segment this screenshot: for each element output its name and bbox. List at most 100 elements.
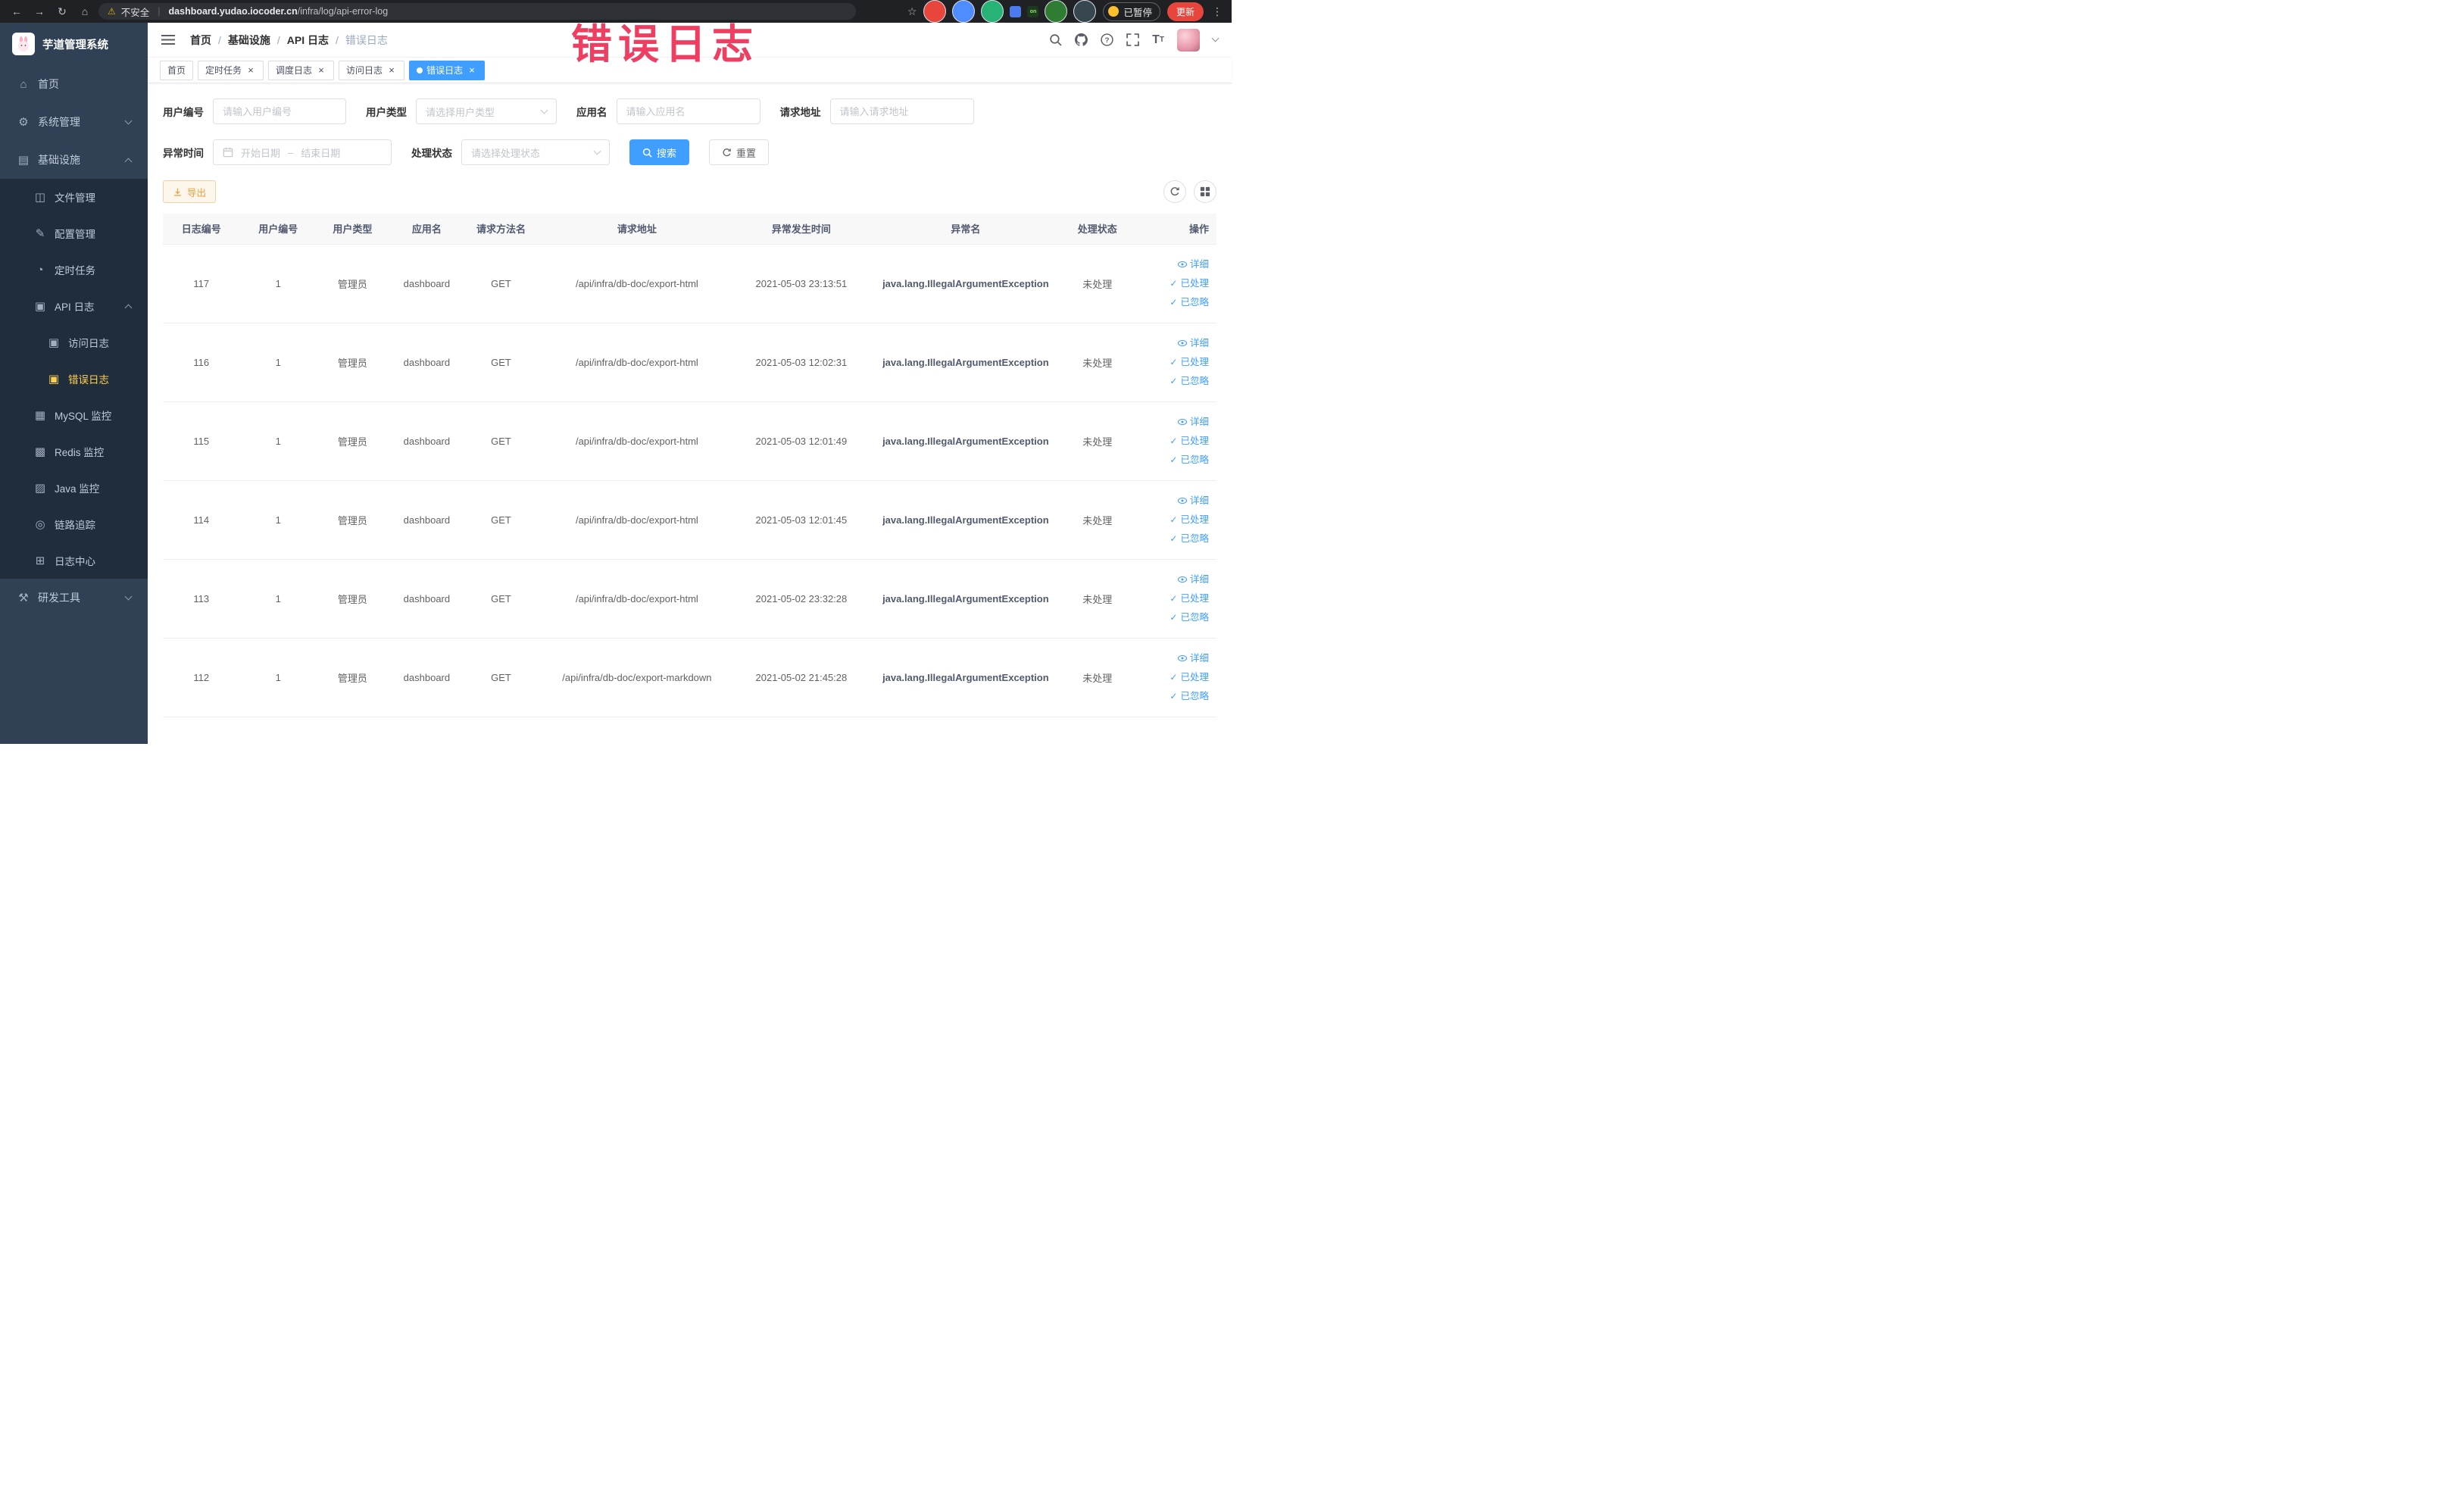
sidebar-item-trace[interactable]: ◎ 链路追踪 <box>0 506 148 542</box>
cell-app_name: dashboard <box>388 638 466 717</box>
action-processed[interactable]: 已处理 <box>1133 432 1209 451</box>
action-ignored[interactable]: 已忽略 <box>1133 530 1209 548</box>
github-icon[interactable] <box>1075 33 1088 46</box>
sidebar-item-label: 日志中心 <box>55 556 95 567</box>
header-right: ? TT <box>1049 28 1220 52</box>
search-icon[interactable] <box>1049 33 1062 46</box>
action-processed[interactable]: 已处理 <box>1133 353 1209 372</box>
action-processed[interactable]: 已处理 <box>1133 511 1209 530</box>
chevron-down-icon[interactable] <box>1211 34 1220 42</box>
reload-icon[interactable]: ↻ <box>53 5 71 18</box>
chevron-down-icon <box>124 117 133 124</box>
app-name-input[interactable] <box>616 98 760 124</box>
tab-error-log[interactable]: 错误日志 × <box>409 60 486 80</box>
action-detail[interactable]: 详细 <box>1133 334 1209 353</box>
action-detail[interactable]: 详细 <box>1133 492 1209 511</box>
fullscreen-icon[interactable] <box>1126 33 1140 46</box>
table-row: 113 1 管理员 dashboard GET/api/infra/db-doc/exp… <box>163 559 1216 639</box>
action-detail[interactable]: 详细 <box>1133 570 1209 589</box>
sidebar-item-job[interactable]: ◔ 定时任务 <box>0 251 148 288</box>
exception-time-range[interactable]: 开始日期 – 结束日期 <box>213 139 392 165</box>
action-ignored[interactable]: 已忽略 <box>1133 293 1209 312</box>
user-type-select[interactable]: 请选择用户类型 <box>416 98 557 124</box>
request-url-input[interactable] <box>829 98 974 124</box>
sidebar-item-api-log[interactable]: ▣ API 日志 <box>0 288 148 324</box>
action-ignored[interactable]: 已忽略 <box>1133 451 1209 470</box>
sidebar-item-label: 配置管理 <box>55 229 95 240</box>
sidebar-item-home[interactable]: ⌂ 首页 <box>0 65 148 103</box>
tab-job[interactable]: 定时任务 × <box>198 60 264 80</box>
action-ignored[interactable]: 已忽略 <box>1133 372 1209 391</box>
reset-button[interactable]: 重置 <box>709 139 770 165</box>
url-domain: dashboard.yudao.iocoder.cn <box>168 6 298 17</box>
sidebar-item-error-log[interactable]: ▣ 错误日志 <box>0 361 148 397</box>
action-ignored[interactable]: 已忽略 <box>1133 687 1209 706</box>
breadcrumb-item[interactable]: API 日志 <box>287 33 329 48</box>
column-settings-button[interactable] <box>1194 180 1216 203</box>
close-icon[interactable]: × <box>245 65 256 76</box>
back-icon[interactable]: ← <box>8 5 26 17</box>
cell-actions: 详细已处理已忽略 <box>1129 559 1216 639</box>
column-header: 请求方法名 <box>465 214 537 245</box>
sidebar-item-log-center[interactable]: ⊞ 日志中心 <box>0 542 148 579</box>
close-icon[interactable]: × <box>467 65 477 76</box>
close-icon[interactable]: × <box>386 65 397 76</box>
breadcrumb-item[interactable]: 错误日志 <box>345 33 388 48</box>
eye-icon <box>1177 655 1187 661</box>
update-button[interactable]: 更新 <box>1166 2 1204 21</box>
search-button[interactable]: 搜索 <box>629 139 690 165</box>
address-bar[interactable]: ⚠ 不安全 | dashboard.yudao.iocoder.cn/infra… <box>98 3 856 20</box>
browser-home-icon[interactable]: ⌂ <box>76 5 94 17</box>
app-logo[interactable]: 芋道管理系统 <box>0 23 148 65</box>
browser-menu-icon[interactable]: ⋮ <box>1210 5 1224 18</box>
close-icon[interactable]: × <box>316 65 326 76</box>
hamburger-icon[interactable] <box>161 35 175 45</box>
user-id-input[interactable] <box>213 98 346 124</box>
page-header: 首页 / 基础设施 / API 日志 / 错误日志 ? TT <box>148 23 1232 58</box>
eye-icon <box>1177 419 1187 425</box>
process-status-select[interactable]: 请选择处理状态 <box>461 139 610 165</box>
bookmark-star-icon[interactable]: ☆ <box>907 5 917 18</box>
extension-icon-red[interactable] <box>923 0 947 23</box>
extension-icon-blue-drop[interactable] <box>952 0 976 23</box>
avatar[interactable] <box>1177 28 1200 52</box>
action-detail[interactable]: 详细 <box>1133 649 1209 668</box>
sidebar-item-access-log[interactable]: ▣ 访问日志 <box>0 324 148 361</box>
action-processed[interactable]: 已处理 <box>1133 274 1209 293</box>
tab-job-log[interactable]: 调度日志 × <box>268 60 335 80</box>
sidebar-item-devtools[interactable]: ⚒ 研发工具 <box>0 579 148 617</box>
action-processed[interactable]: 已处理 <box>1133 589 1209 608</box>
help-icon[interactable]: ? <box>1101 33 1113 46</box>
sidebar-item-mysql[interactable]: ▦ MySQL 监控 <box>0 397 148 433</box>
extension-icon-leaf[interactable] <box>1045 0 1068 23</box>
extension-icon-on-badge[interactable]: on <box>1027 5 1039 17</box>
sidebar-item-redis[interactable]: ▩ Redis 监控 <box>0 433 148 470</box>
breadcrumb-item[interactable]: 首页 <box>190 33 211 48</box>
paused-badge[interactable]: 已暂停 <box>1103 2 1160 21</box>
font-size-icon[interactable]: TT <box>1152 33 1164 46</box>
cell-user_type: 管理员 <box>317 323 389 402</box>
sidebar-item-system[interactable]: ⚙ 系统管理 <box>0 103 148 141</box>
refresh-button[interactable] <box>1163 180 1186 203</box>
sidebar-item-file[interactable]: ◫ 文件管理 <box>0 179 148 215</box>
sidebar-item-infra[interactable]: ▤ 基础设施 <box>0 141 148 179</box>
action-detail[interactable]: 详细 <box>1133 413 1209 432</box>
extension-icon-pin[interactable] <box>1073 0 1097 23</box>
action-label: 已处理 <box>1180 356 1209 367</box>
action-processed[interactable]: 已处理 <box>1133 668 1209 687</box>
extension-icon-green-check[interactable] <box>981 0 1004 23</box>
cell-time: 2021-05-03 12:02:31 <box>737 323 866 402</box>
extension-icon-blue-grid[interactable] <box>1010 5 1022 17</box>
breadcrumb-item[interactable]: 基础设施 <box>228 33 270 48</box>
tab-access-log[interactable]: 访问日志 × <box>339 60 405 80</box>
page-content: 用户编号 用户类型 请选择用户类型 应用名 请求地址 <box>148 83 1232 744</box>
forward-icon[interactable]: → <box>30 5 48 17</box>
tab-label: 定时任务 <box>205 65 242 76</box>
cell-actions: 详细已处理已忽略 <box>1129 401 1216 481</box>
sidebar-item-java[interactable]: ▨ Java 监控 <box>0 470 148 506</box>
action-ignored[interactable]: 已忽略 <box>1133 608 1209 627</box>
action-detail[interactable]: 详细 <box>1133 255 1209 274</box>
tab-home[interactable]: 首页 <box>160 60 194 80</box>
export-button[interactable]: 导出 <box>163 180 217 203</box>
sidebar-item-config[interactable]: ✎ 配置管理 <box>0 215 148 251</box>
